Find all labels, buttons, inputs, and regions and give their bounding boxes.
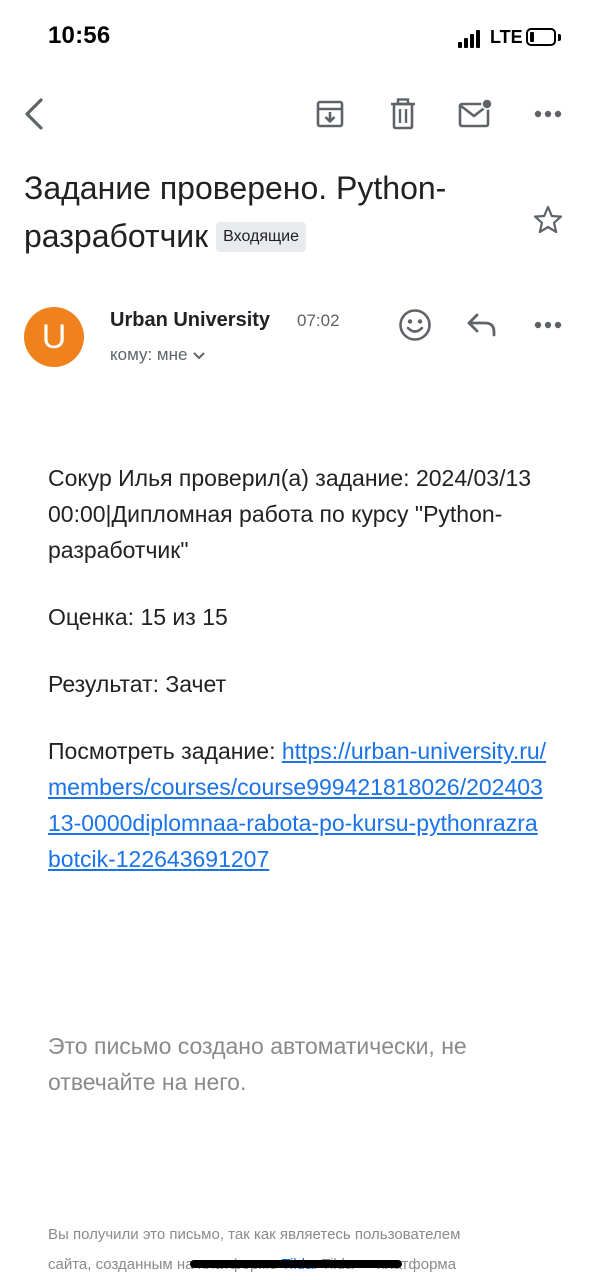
- mail-unread-icon: [458, 99, 493, 128]
- add-reaction-button[interactable]: [395, 305, 435, 345]
- review-message: Сокур Илья проверил(а) задание: 2024/03/…: [48, 465, 532, 563]
- mail-toolbar: [0, 86, 591, 142]
- archive-icon: [316, 100, 344, 128]
- signal-strength-icon: [458, 28, 484, 48]
- delete-button[interactable]: [383, 94, 423, 134]
- home-indicator[interactable]: [190, 1260, 402, 1268]
- status-bar: 10:56 LTE: [0, 0, 591, 76]
- view-task-paragraph: Посмотреть задание: https://urban-univer…: [48, 733, 548, 877]
- message-more-button[interactable]: [528, 305, 568, 345]
- sent-time: 07:02: [297, 311, 340, 330]
- sender-avatar[interactable]: U: [24, 307, 84, 367]
- recipient-label: кому: мне: [110, 345, 188, 364]
- mark-unread-button[interactable]: [456, 94, 496, 134]
- more-horizontal-icon: [534, 110, 562, 118]
- result-text: Результат: Зачет: [48, 671, 227, 697]
- battery-tip: [558, 34, 561, 41]
- view-task-label: Посмотреть задание:: [48, 738, 282, 764]
- grade-text: Оценка: 15 из 15: [48, 604, 228, 630]
- footer-note: Вы получили это письмо, так как являетес…: [48, 1220, 528, 1280]
- battery-level: [530, 32, 534, 42]
- reply-button[interactable]: [462, 305, 502, 345]
- star-outline-icon: [533, 205, 563, 234]
- email-body: Сокур Илья проверил(а) задание: 2024/03/…: [48, 460, 548, 877]
- reply-icon: [467, 313, 496, 337]
- recipient-details-toggle[interactable]: кому: мне: [110, 345, 205, 365]
- more-options-button[interactable]: [528, 94, 568, 134]
- footer-line-1: Вы получили это письмо, так как являетес…: [48, 1226, 461, 1243]
- arrow-left-icon: [25, 98, 43, 130]
- network-type: LTE: [490, 27, 523, 47]
- more-horizontal-icon: [534, 321, 562, 329]
- battery-icon: [526, 28, 556, 46]
- trash-icon: [391, 98, 415, 130]
- archive-button[interactable]: [310, 94, 350, 134]
- back-button[interactable]: [14, 94, 54, 134]
- auto-generated-note: Это письмо создано автоматически, не отв…: [48, 1033, 467, 1095]
- chevron-down-icon: [193, 345, 205, 365]
- emoji-icon: [399, 309, 431, 341]
- inbox-label-chip[interactable]: Входящие: [216, 222, 306, 252]
- sender-name[interactable]: Urban University: [110, 309, 270, 332]
- email-subject: Задание проверено. Python-разработчик Вхо…: [24, 164, 524, 260]
- star-button[interactable]: [528, 200, 568, 240]
- status-time: 10:56: [48, 22, 111, 49]
